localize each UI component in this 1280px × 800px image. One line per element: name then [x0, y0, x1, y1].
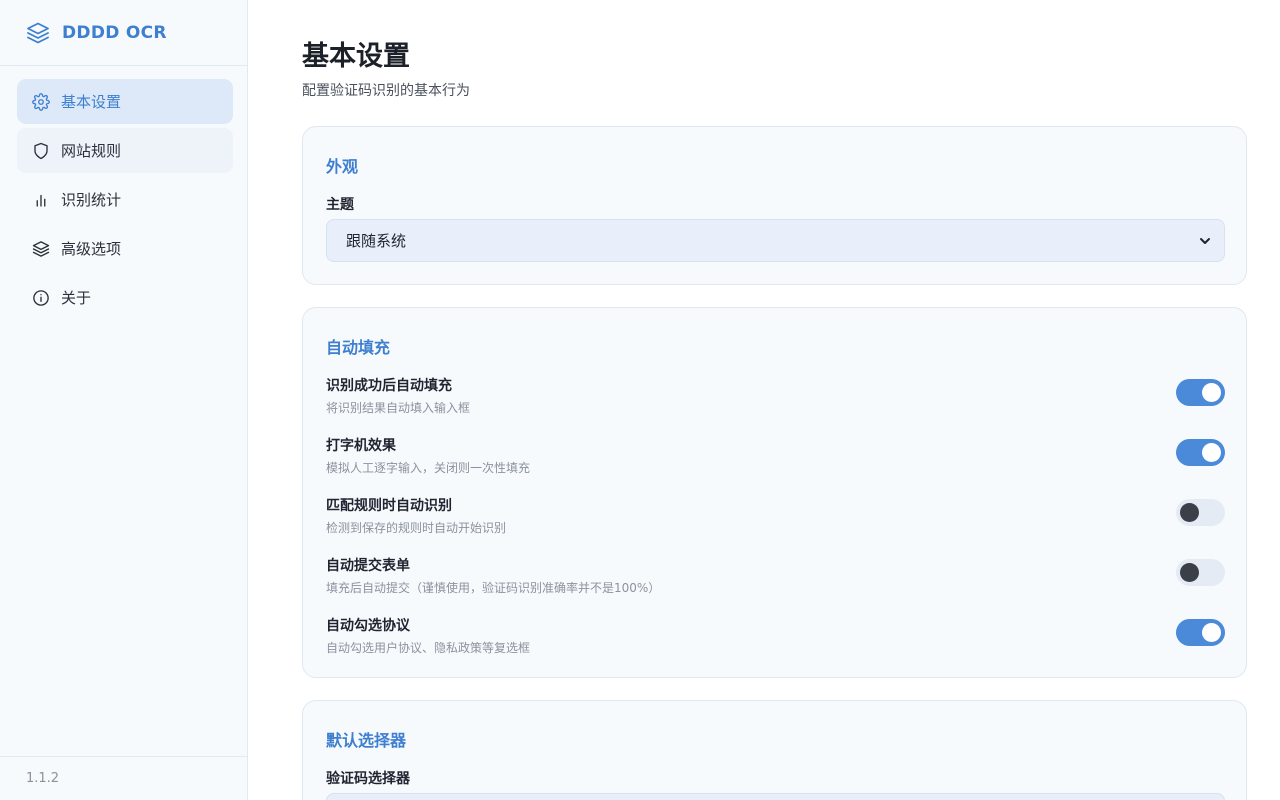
main-content: 基本设置 配置验证码识别的基本行为 外观 主题 跟随系统 自动填充 识别成功后自…	[249, 0, 1280, 800]
sidebar-item-label: 关于	[61, 289, 92, 307]
sidebar-item-statistics[interactable]: 识别统计	[17, 177, 233, 222]
captcha-selector-label: 验证码选择器	[326, 771, 410, 787]
theme-select-value: 跟随系统	[346, 232, 407, 250]
auto-agree-toggle[interactable]	[1176, 619, 1225, 646]
sidebar-item-about[interactable]: 关于	[17, 275, 233, 320]
toggle-knob	[1180, 503, 1199, 522]
setting-auto-fill: 识别成功后自动填充 将识别结果自动填入输入框	[326, 375, 1225, 425]
setting-auto-submit: 自动提交表单 填充后自动提交（谨慎使用，验证码识别准确率并不是100%）	[326, 555, 1225, 605]
theme-select[interactable]: 跟随系统	[326, 219, 1225, 262]
setting-label: 打字机效果	[326, 438, 396, 454]
auto-submit-toggle[interactable]	[1176, 559, 1225, 586]
app-name: DDDD OCR	[62, 22, 167, 43]
setting-description: 将识别结果自动填入输入框	[326, 401, 471, 415]
toggle-knob	[1202, 443, 1221, 462]
toggle-knob	[1202, 383, 1221, 402]
sidebar-item-label: 基本设置	[61, 93, 122, 111]
page-title: 基本设置	[302, 41, 410, 72]
auto-recognize-toggle[interactable]	[1176, 499, 1225, 526]
shield-icon	[32, 142, 50, 160]
setting-typewriter: 打字机效果 模拟人工逐字输入，关闭则一次性填充	[326, 435, 1225, 485]
brand: DDDD OCR	[0, 0, 247, 66]
version-footer: 1.1.2	[0, 756, 247, 800]
bar-chart-icon	[32, 191, 50, 209]
chevron-down-icon	[1198, 234, 1212, 248]
setting-label: 自动提交表单	[326, 558, 410, 574]
sidebar-item-advanced[interactable]: 高级选项	[17, 226, 233, 271]
sidebar-nav: 基本设置 网站规则 识别统计 高级选项 关于	[0, 66, 247, 320]
setting-description: 模拟人工逐字输入，关闭则一次性填充	[326, 461, 531, 475]
version-label: 1.1.2	[26, 771, 60, 786]
typewriter-toggle[interactable]	[1176, 439, 1225, 466]
card-title: 自动填充	[326, 338, 391, 357]
appearance-card: 外观 主题 跟随系统	[302, 126, 1247, 285]
setting-description: 填充后自动提交（谨慎使用，验证码识别准确率并不是100%）	[326, 581, 661, 595]
card-title: 外观	[326, 157, 359, 176]
sidebar-item-label: 识别统计	[61, 191, 122, 209]
theme-label: 主题	[326, 197, 354, 213]
page-subtitle: 配置验证码识别的基本行为	[302, 83, 470, 99]
sidebar-item-label: 高级选项	[61, 240, 122, 258]
layers-logo-icon	[26, 21, 50, 45]
setting-auto-recognize: 匹配规则时自动识别 检测到保存的规则时自动开始识别	[326, 495, 1225, 545]
setting-label: 匹配规则时自动识别	[326, 498, 452, 514]
toggle-knob	[1180, 563, 1199, 582]
card-title: 默认选择器	[326, 731, 407, 750]
setting-label: 自动勾选协议	[326, 618, 410, 634]
setting-auto-agree: 自动勾选协议 自动勾选用户协议、隐私政策等复选框	[326, 615, 1225, 665]
layers-icon	[32, 240, 50, 258]
autofill-card: 自动填充 识别成功后自动填充 将识别结果自动填入输入框 打字机效果 模拟人工逐字…	[302, 307, 1247, 678]
toggle-knob	[1202, 623, 1221, 642]
gear-icon	[32, 92, 50, 111]
sidebar: DDDD OCR 基本设置 网站规则 识别统计 高级选项 关于 1.1.2	[0, 0, 248, 800]
default-selector-card: 默认选择器 验证码选择器	[302, 700, 1247, 800]
setting-label: 识别成功后自动填充	[326, 378, 452, 394]
sidebar-item-label: 网站规则	[61, 142, 122, 160]
sidebar-item-basic-settings[interactable]: 基本设置	[17, 79, 233, 124]
sidebar-item-site-rules[interactable]: 网站规则	[17, 128, 233, 173]
setting-description: 自动勾选用户协议、隐私政策等复选框	[326, 641, 531, 655]
info-icon	[32, 289, 50, 307]
captcha-selector-input[interactable]	[326, 793, 1225, 800]
auto-fill-toggle[interactable]	[1176, 379, 1225, 406]
setting-description: 检测到保存的规则时自动开始识别	[326, 521, 507, 535]
